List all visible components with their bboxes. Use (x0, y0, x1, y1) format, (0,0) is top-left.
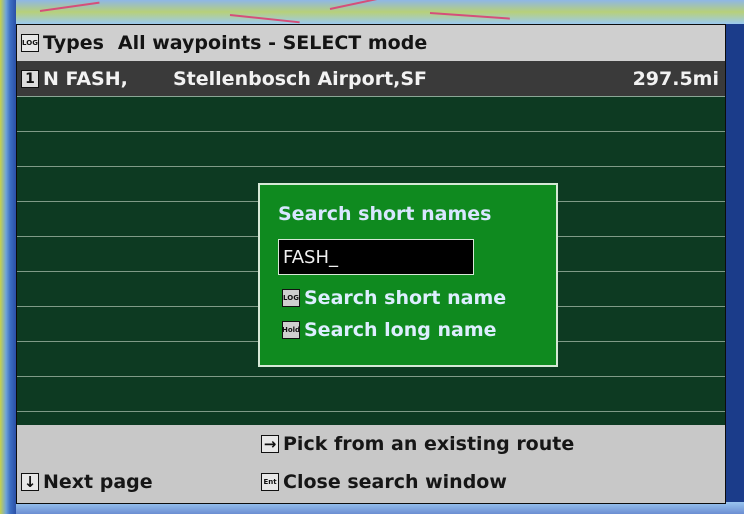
pick-route-command[interactable]: → Pick from an existing route (257, 431, 574, 457)
next-page-label: Next page (43, 471, 153, 493)
waypoint-name: Stellenbosch Airport,SF (173, 67, 428, 90)
empty-row (17, 377, 725, 412)
right-arrow-icon: → (261, 435, 279, 453)
empty-row (17, 97, 725, 132)
search-short-name-option[interactable]: LOG Search short name (278, 287, 506, 309)
log-key-icon: LOG (282, 289, 300, 307)
hold-key-icon: Hold (282, 321, 300, 339)
search-input[interactable] (278, 239, 474, 275)
close-search-label: Close search window (283, 471, 507, 493)
waypoint-window: LOG Types All waypoints - SELECT mode 1 … (16, 24, 726, 504)
waypoint-row-1[interactable]: 1 N FASH, Stellenbosch Airport,SF 297.5m… (17, 61, 725, 97)
down-arrow-icon: ↓ (21, 473, 39, 491)
enter-key-icon: Ent (261, 473, 279, 491)
bottom-command-bar: → Pick from an existing route ↓ Next pag… (17, 425, 725, 503)
waypoint-code: N FASH, (43, 67, 128, 90)
row-number-icon: 1 (21, 69, 39, 88)
map-strip (0, 0, 744, 24)
window-title: All waypoints - SELECT mode (117, 32, 428, 54)
dialog-title: Search short names (278, 203, 492, 225)
title-bar: LOG Types All waypoints - SELECT mode (17, 25, 725, 62)
types-label[interactable]: Types (43, 32, 104, 54)
option-label: Search long name (304, 319, 497, 341)
waypoint-distance: 297.5mi (632, 67, 719, 90)
close-search-command[interactable]: Ent Close search window (257, 469, 507, 495)
next-page-command[interactable]: ↓ Next page (17, 469, 153, 495)
search-dialog: Search short names LOG Search short name… (258, 183, 558, 367)
log-key-icon[interactable]: LOG (21, 34, 39, 52)
empty-row (17, 132, 725, 167)
option-label: Search short name (304, 287, 507, 309)
pick-route-label: Pick from an existing route (283, 433, 575, 455)
search-long-name-option[interactable]: Hold Search long name (278, 319, 497, 341)
